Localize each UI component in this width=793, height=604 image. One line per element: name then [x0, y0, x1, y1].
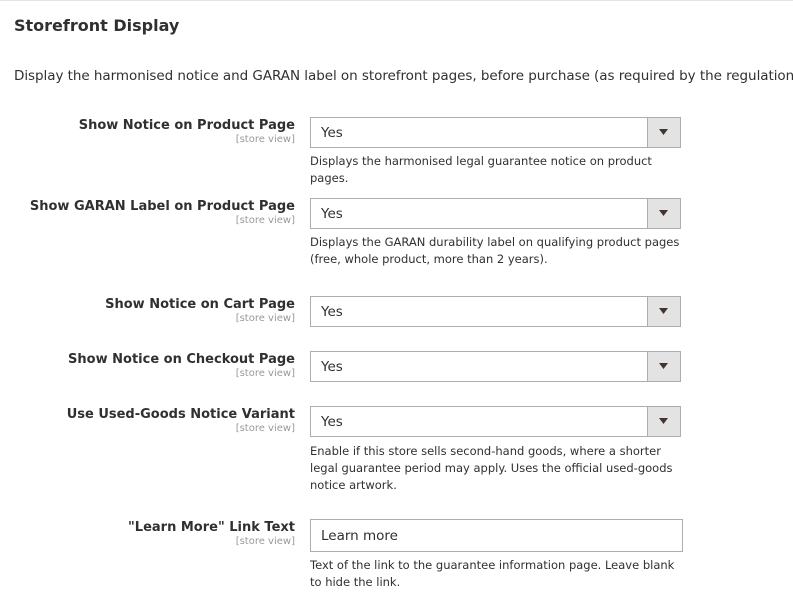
learn-more-text-input[interactable]: Learn more: [310, 519, 683, 552]
select-arrow-button[interactable]: [647, 297, 680, 326]
field-label-group: Show Notice on Product Page [store view]: [79, 117, 295, 145]
field-label-group: Show Notice on Cart Page [store view]: [105, 296, 295, 324]
field-label: "Learn More" Link Text: [128, 520, 295, 535]
input-value: Learn more: [321, 528, 398, 544]
field-label: Show Notice on Cart Page: [105, 297, 295, 312]
field-note: Displays the GARAN durability label on q…: [310, 235, 680, 266]
field-note: Enable if this store sells second-hand g…: [310, 444, 673, 492]
triangle-down-icon: [659, 129, 668, 135]
select-value: Yes: [321, 414, 343, 430]
select-arrow-button[interactable]: [647, 407, 680, 436]
scope-label: [store view]: [235, 215, 295, 226]
field-label: Use Used-Goods Notice Variant: [66, 407, 295, 422]
field-label-group: Use Used-Goods Notice Variant [store vie…: [67, 406, 295, 434]
top-divider: [0, 0, 793, 1]
field-label: Show GARAN Label on Product Page: [29, 199, 295, 214]
triangle-down-icon: [659, 210, 668, 216]
used-goods-variant-select[interactable]: Yes: [310, 406, 681, 437]
show-notice-checkout-select[interactable]: Yes: [310, 351, 681, 382]
field-label-group: Show Notice on Checkout Page [store view…: [68, 351, 295, 379]
select-value: Yes: [321, 304, 343, 320]
show-garan-label-select[interactable]: Yes: [310, 198, 681, 229]
scope-label: [store view]: [235, 368, 295, 379]
scope-label: [store view]: [235, 536, 295, 547]
field-label-group: Show GARAN Label on Product Page [store …: [30, 198, 295, 226]
show-notice-product-select[interactable]: Yes: [310, 117, 681, 148]
select-value: Yes: [321, 125, 343, 141]
scope-label: [store view]: [235, 313, 295, 324]
select-arrow-button[interactable]: [647, 352, 680, 381]
select-arrow-button[interactable]: [647, 118, 680, 147]
triangle-down-icon: [659, 308, 668, 314]
field-note: Displays the harmonised legal guarantee …: [310, 154, 652, 185]
field-note: Text of the link to the guarantee inform…: [310, 558, 675, 589]
show-notice-cart-select[interactable]: Yes: [310, 296, 681, 327]
triangle-down-icon: [659, 418, 668, 424]
section-description: Display the harmonised notice and GARAN …: [14, 68, 793, 84]
section-title: Storefront Display: [14, 16, 180, 35]
field-label-group: "Learn More" Link Text [store view]: [128, 519, 295, 547]
select-arrow-button[interactable]: [647, 199, 680, 228]
triangle-down-icon: [659, 363, 668, 369]
scope-label: [store view]: [235, 423, 295, 434]
field-label: Show Notice on Checkout Page: [68, 352, 295, 367]
select-value: Yes: [321, 206, 343, 222]
scope-label: [store view]: [235, 134, 295, 145]
field-label: Show Notice on Product Page: [78, 118, 295, 133]
select-value: Yes: [321, 359, 343, 375]
